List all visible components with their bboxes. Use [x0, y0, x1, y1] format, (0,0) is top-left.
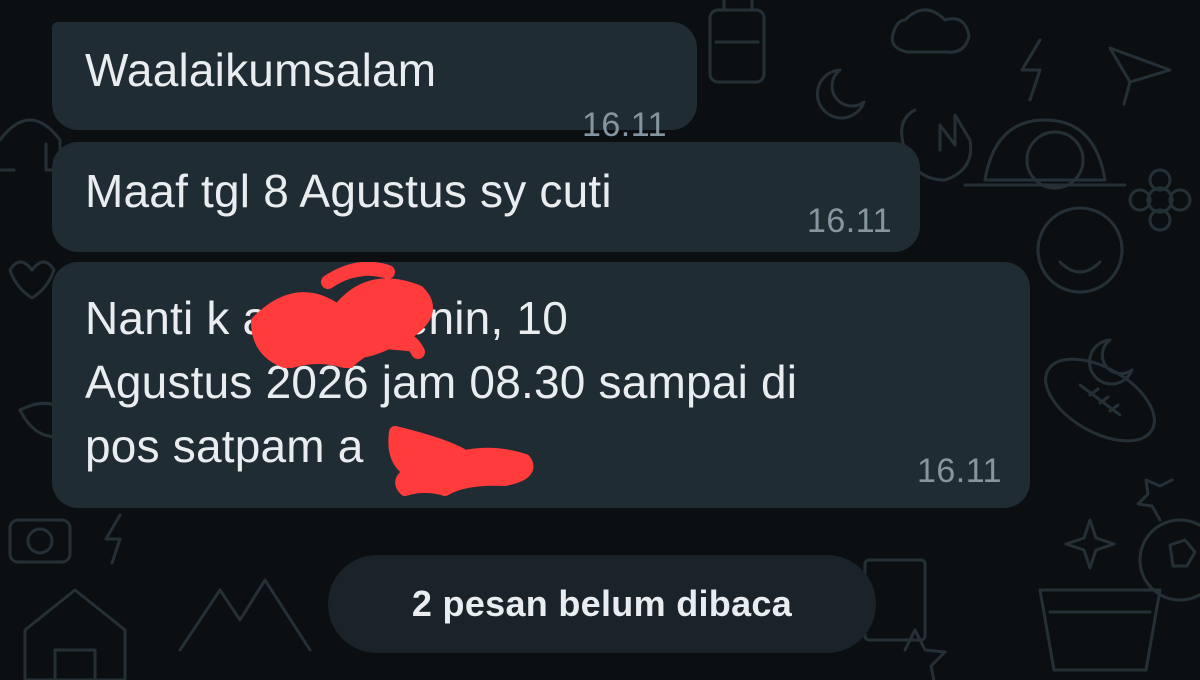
flower-icon	[1146, 186, 1174, 214]
message-text: Waalaikumsalam	[85, 44, 437, 96]
smiley-icon	[1036, 206, 1124, 294]
message-timestamp: 16.11	[916, 452, 1002, 490]
message-text: Nanti k a hari Senin, 10 Agustus 2026 ja…	[85, 292, 798, 472]
chat-view: Waalaikumsalam 16.11 Maaf tgl 8 Agustus …	[0, 0, 1200, 680]
heart-icon	[8, 260, 56, 300]
message-timestamp: 16.11	[806, 202, 892, 240]
headphones-icon	[0, 118, 62, 172]
message-text: Maaf tgl 8 Agustus sy cuti	[85, 164, 612, 217]
star-icon	[1136, 478, 1174, 522]
cloud-icon	[890, 8, 971, 54]
house-icon	[23, 588, 127, 680]
message-timestamp: 16.11	[581, 106, 667, 144]
hat-icon	[963, 118, 1127, 187]
sparkle-icon	[1064, 518, 1116, 570]
incoming-message-bubble[interactable]: Waalaikumsalam 16.11	[52, 22, 697, 144]
camera-icon	[8, 518, 72, 564]
lightning-icon	[1020, 38, 1042, 102]
moon-icon	[815, 68, 866, 120]
lightning-icon-2	[104, 513, 122, 565]
flower-pot-icon	[1038, 588, 1162, 672]
incoming-message-bubble[interactable]: Nanti k a hari Senin, 10 Agustus 2026 ja…	[52, 262, 1030, 508]
mountain-icon	[178, 578, 312, 652]
bottle-icon	[708, 0, 766, 84]
incoming-message-bubble[interactable]: Maaf tgl 8 Agustus sy cuti 16.11	[52, 142, 920, 252]
paper-plane-icon	[1108, 46, 1172, 106]
unread-messages-banner[interactable]: 2 pesan belum dibaca	[328, 555, 876, 653]
